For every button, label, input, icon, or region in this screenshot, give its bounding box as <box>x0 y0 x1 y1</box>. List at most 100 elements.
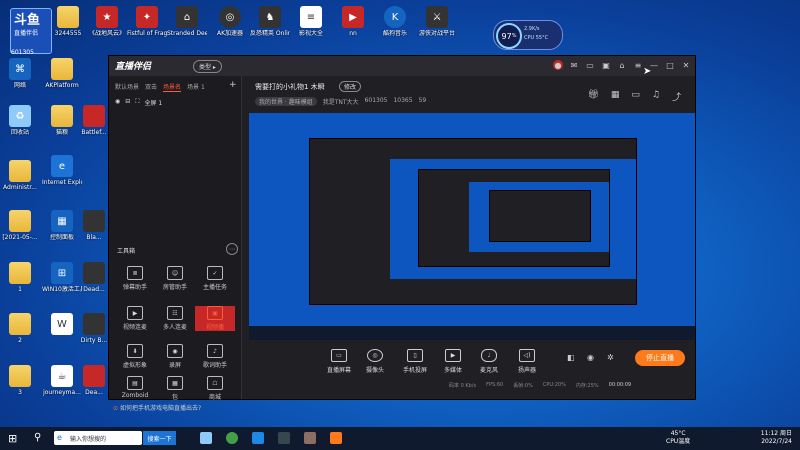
desktop-icon[interactable]: Dea... <box>80 365 108 396</box>
eye-icon[interactable]: ◉ <box>587 353 594 362</box>
desktop-icon[interactable]: [2021-05-... <box>0 210 40 241</box>
edit-room-button[interactable]: 修改 <box>339 81 362 92</box>
tab-scene-name[interactable]: 场景名 <box>163 82 182 92</box>
screen-share-button[interactable]: ▭ 直播屏幕 <box>319 349 359 374</box>
mic-button[interactable]: ♩ 麦克风 <box>469 349 509 374</box>
tool-bag[interactable]: ▦ 包 <box>155 376 195 401</box>
desktop-icon[interactable]: 猫粮 <box>42 105 82 136</box>
share-icon[interactable]: ⤴ <box>672 90 681 103</box>
desktop-icon[interactable]: Dirty B... <box>80 313 108 344</box>
desktop-icon[interactable]: AKPlatform <box>42 58 82 89</box>
desktop-icon[interactable]: ▦ 控制面板 <box>42 210 82 241</box>
live-logo-card[interactable]: 斗鱼 直播伴侣 601305 <box>10 8 52 56</box>
desktop-icon[interactable]: W <box>42 313 82 337</box>
scene-source-item[interactable]: ◉ ⊟ ⛶ 全屏 1 <box>115 98 162 107</box>
media-button[interactable]: ▶ 多媒体 <box>433 349 473 374</box>
taskbar-app-icon[interactable] <box>278 432 290 444</box>
cpu-temp-tray[interactable]: 45°C CPU温度 <box>666 430 690 446</box>
folder-icon <box>57 6 79 28</box>
taskbar-app-icon[interactable] <box>330 432 342 444</box>
close-icon[interactable]: ✕ <box>681 60 691 70</box>
more-icon[interactable]: ⋯ <box>226 243 238 255</box>
tool-avatar[interactable]: ⬇ 虚拟形象 <box>115 344 155 369</box>
tool-task[interactable]: ✓ 主播任务 <box>195 266 235 291</box>
shirt-icon[interactable]: ⌂ <box>617 60 627 70</box>
tab-scene-default[interactable]: 默认场景 <box>115 82 139 92</box>
save-icon[interactable]: ▣ <box>601 60 611 70</box>
room-category[interactable]: 我的世界 · 趣味模组 <box>255 97 317 106</box>
search-button[interactable]: 搜索一下 <box>143 431 176 445</box>
desktop-icon[interactable]: eInternet Explorer <box>42 155 82 186</box>
avatar[interactable]: ● <box>553 60 563 70</box>
tab-scene-1[interactable]: 场景 1 <box>187 82 205 92</box>
title-bar[interactable]: 直播伴侣 类型 ▸ ● ✉ ▭ ▣ ⌂ ≡ — □ ✕ <box>109 56 695 76</box>
type-pill[interactable]: 类型 ▸ <box>193 60 222 73</box>
desktop-icon[interactable]: ✦ Fistful of Frags <box>127 6 167 37</box>
lock-icon[interactable]: ⊟ <box>125 98 130 107</box>
taskbar-app-icon[interactable] <box>200 432 212 444</box>
desktop-icon[interactable]: ≡ 影视大全 <box>291 6 331 37</box>
layout-icon[interactable]: ▦ <box>611 90 620 103</box>
desktop-icon[interactable]: ⊞ WIN10激活工具 <box>42 262 82 293</box>
windows-start-icon[interactable]: ⊞ <box>8 432 17 445</box>
search-icon[interactable]: ⚲ <box>34 432 41 443</box>
desktop-icon[interactable]: ♻ 回收站 <box>0 105 40 136</box>
desktop-icon[interactable]: Dead... <box>80 262 108 293</box>
tool-shop[interactable]: ☖ 商城 <box>195 376 235 401</box>
desktop-icon[interactable]: ◎ AK加速器 <box>210 6 250 37</box>
video-cam-icon[interactable]: ◧ <box>567 353 575 362</box>
tool-video-link[interactable]: ▶ 视频连麦 <box>115 306 155 331</box>
tool-lyrics[interactable]: ♪ 歌词助手 <box>195 344 235 369</box>
video-link-icon: ▶ <box>127 306 143 320</box>
taskbar-clock[interactable]: 11:12 周日 2022/7/24 <box>761 430 792 446</box>
menu-icon[interactable]: ≡ <box>633 60 643 70</box>
taskbar-app-icon[interactable] <box>252 432 264 444</box>
desktop-icon[interactable]: ⚔ 游侠对战平台 <box>417 6 457 37</box>
viewers-count: 59 <box>418 97 427 104</box>
screen-icon[interactable]: ▭ <box>585 60 595 70</box>
desktop-icon[interactable]: 1 <box>0 262 40 293</box>
tool-record[interactable]: ◉ 录屏 <box>155 344 195 369</box>
phone-cast-button[interactable]: ▯ 手机投屏 <box>395 349 435 374</box>
tool-video-play[interactable]: ▣ 视频播 <box>195 306 235 331</box>
message-icon[interactable]: ✉ <box>569 60 579 70</box>
live-companion-window[interactable]: 直播伴侣 类型 ▸ ● ✉ ▭ ▣ ⌂ ≡ — □ ✕ 默认场景 双击 场景名 … <box>108 55 696 412</box>
desktop-icon[interactable]: ♞反恐精英 Online <box>250 6 290 37</box>
desktop-icon[interactable]: K 酷狗音乐 <box>375 6 415 37</box>
tool-zomboid[interactable]: ▤ Zomboid <box>115 376 155 399</box>
bell-icon[interactable]: ♫ <box>652 90 660 103</box>
help-tip[interactable]: ⊙ 如何把手机游戏电脑直播出去? <box>113 403 201 412</box>
taskbar-app-icon[interactable] <box>304 432 316 444</box>
screen-icon[interactable]: ▭ <box>631 90 640 103</box>
tool-multi-link[interactable]: ☷ 多人连麦 <box>155 306 195 331</box>
desktop-icon[interactable]: Bla... <box>80 210 108 241</box>
desktop-icon[interactable]: ⌘ 网络 <box>0 58 40 89</box>
maximize-icon[interactable]: □ <box>665 60 675 70</box>
add-scene-button[interactable]: + <box>229 80 237 90</box>
eye-icon[interactable]: ◉ <box>115 98 120 107</box>
search-input[interactable]: e 输入你想搜的 <box>54 431 142 445</box>
desktop-icon[interactable]: Battlef... <box>80 105 108 136</box>
desktop-icon[interactable]: 3 <box>0 365 40 396</box>
speaker-button[interactable]: ◁) 扬声器 <box>507 349 547 374</box>
desktop-icon[interactable]: Administr... <box>0 160 40 191</box>
stop-live-button[interactable]: 停止直播 <box>635 350 685 366</box>
tool-admin[interactable]: ☺ 房管助手 <box>155 266 195 291</box>
gift-icon[interactable]: 🎁︎ <box>587 90 598 103</box>
game-icon <box>83 105 105 127</box>
desktop-icon[interactable]: ☕ journeyma... <box>42 365 82 396</box>
tool-danmu[interactable]: ≣ 弹幕助手 <box>115 266 155 291</box>
desktop-icon[interactable]: ★ 《战地风云》 <box>87 6 127 37</box>
desktop-icon[interactable]: 2 <box>0 313 40 344</box>
desktop-icon[interactable]: ⌂Stranded Deep <box>167 6 207 37</box>
gear-icon[interactable]: ✲ <box>607 353 614 362</box>
camera-button[interactable]: ◎ 摄像头 <box>355 349 395 374</box>
taskbar-app-icon[interactable] <box>226 432 238 444</box>
game-icon <box>83 313 105 335</box>
stream-preview[interactable] <box>249 113 695 340</box>
performance-widget[interactable]: 97% 2.9K/s CPU 55°C <box>493 20 563 50</box>
desktop-icon[interactable]: 3244555 <box>48 6 88 37</box>
stream-status: 码率 0 Kb/s FPS:60 丢帧:0% CPU:20% 内存:25% 00… <box>449 382 632 389</box>
desktop-icon[interactable]: ▶ nn <box>333 6 373 37</box>
tab-scene-double[interactable]: 双击 <box>145 82 157 92</box>
